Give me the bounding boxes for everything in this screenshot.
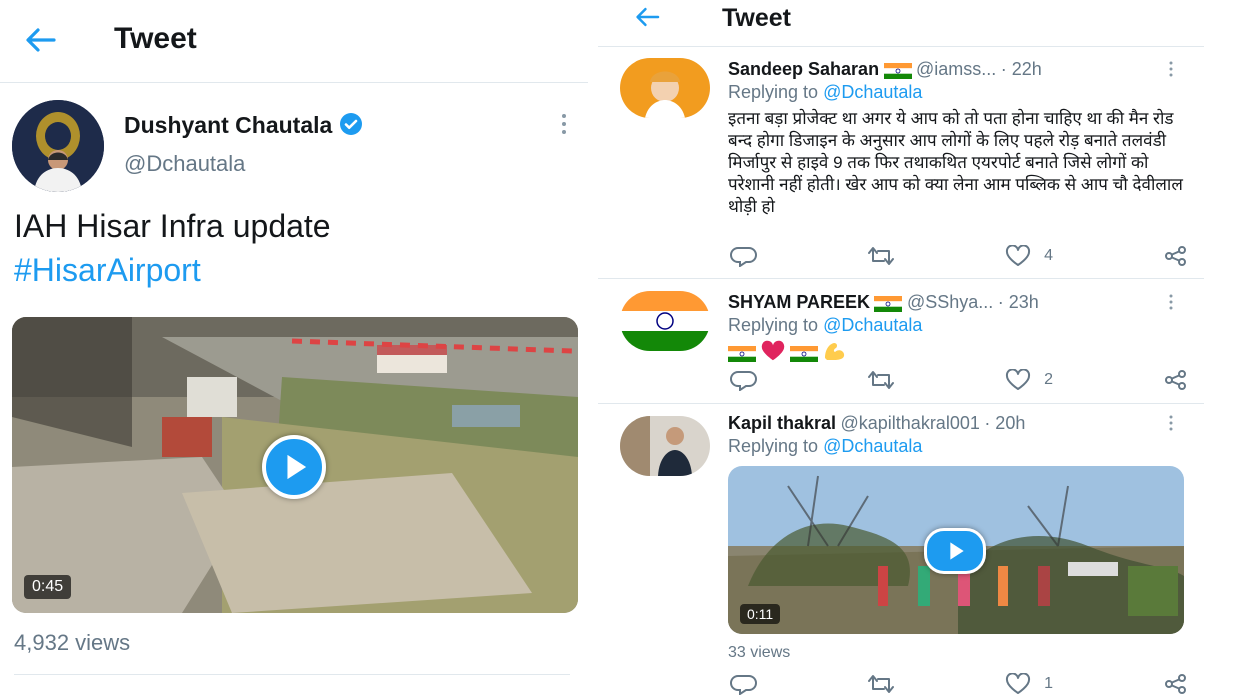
reply-tweet[interactable]: Kapil thakral @kapilthakral001 · 20h Rep…: [598, 404, 1242, 699]
like-button[interactable]: 1: [1004, 673, 1053, 695]
reply-tweet[interactable]: SHYAM PAREEK @SShya... · 23h Replying to…: [598, 279, 1242, 403]
reply-timestamp: · 22h: [1000, 59, 1042, 79]
video-player[interactable]: 0:45: [12, 317, 578, 613]
like-button[interactable]: 4: [1004, 245, 1053, 267]
heart-icon: [1004, 673, 1032, 695]
video-duration: 0:45: [24, 575, 72, 599]
reply-author-handle[interactable]: @iamss...: [916, 59, 996, 79]
play-button[interactable]: [924, 528, 986, 574]
heart-icon: [1004, 369, 1032, 391]
action-bar: 2: [730, 369, 1190, 391]
more-options-icon[interactable]: [1167, 293, 1175, 311]
flexed-biceps-icon: [822, 340, 846, 367]
reply-tweet[interactable]: Sandeep Saharan @iamss... · 22h Replying…: [598, 48, 1242, 278]
replying-to-label: Replying to: [728, 82, 819, 102]
avatar[interactable]: [620, 291, 710, 351]
reply-emojis: [728, 340, 846, 367]
reply-icon[interactable]: [730, 245, 758, 267]
avatar[interactable]: [620, 416, 710, 476]
view-count: 33 views: [728, 644, 791, 661]
mention-link[interactable]: @Dchautala: [823, 82, 922, 102]
verified-badge-icon: [339, 112, 363, 142]
panel-divider: [588, 0, 598, 699]
video-duration: 0:11: [740, 604, 781, 624]
video-player[interactable]: 0:11: [728, 466, 1184, 634]
like-count: 2: [1044, 371, 1053, 388]
retweet-icon[interactable]: [867, 673, 895, 695]
reply-timestamp: · 20h: [984, 413, 1026, 433]
action-bar: 1: [730, 673, 1190, 695]
author-name[interactable]: Dushyant Chautala: [124, 112, 332, 138]
more-options-icon[interactable]: [1167, 60, 1175, 78]
page-title: Tweet: [722, 4, 791, 32]
main-tweet-panel: Tweet Dushyant Chautala @Dchautala IAH H…: [0, 0, 588, 699]
heart-icon: [1004, 245, 1032, 267]
reply-timestamp: · 23h: [997, 292, 1039, 312]
reply-author-name[interactable]: SHYAM PAREEK: [728, 292, 870, 312]
india-flag-icon: [884, 63, 912, 79]
avatar[interactable]: [12, 100, 104, 192]
action-bar: 4: [730, 245, 1190, 267]
view-count: 4,932 views: [14, 630, 131, 655]
reply-author-handle[interactable]: @SShya...: [907, 292, 993, 312]
india-flag-icon: [790, 346, 818, 362]
retweet-icon[interactable]: [867, 245, 895, 267]
more-options-icon[interactable]: [1167, 414, 1175, 432]
reply-author-name[interactable]: Kapil thakral: [728, 413, 836, 433]
reply-icon[interactable]: [730, 369, 758, 391]
page-title: Tweet: [114, 22, 197, 55]
share-icon[interactable]: [1162, 369, 1190, 391]
reply-icon[interactable]: [730, 673, 758, 695]
replies-panel: Tweet Sandeep Saharan @iamss... · 22h Re…: [598, 0, 1242, 699]
replying-to-label: Replying to: [728, 436, 819, 456]
reply-text: इतना बड़ा प्रोजेक्ट था अगर ये आप को तो प…: [728, 109, 1183, 216]
india-flag-icon: [874, 296, 902, 312]
author-handle[interactable]: @Dchautala: [124, 151, 245, 177]
header-divider: [0, 82, 588, 83]
back-arrow-icon[interactable]: [24, 26, 56, 54]
reply-author-name[interactable]: Sandeep Saharan: [728, 59, 879, 79]
mention-link[interactable]: @Dchautala: [823, 436, 922, 456]
hashtag-link[interactable]: #HisarAirport: [14, 252, 201, 289]
mention-link[interactable]: @Dchautala: [823, 315, 922, 335]
play-button[interactable]: [262, 435, 326, 499]
replying-to-label: Replying to: [728, 315, 819, 335]
retweet-icon[interactable]: [867, 369, 895, 391]
share-icon[interactable]: [1162, 245, 1190, 267]
avatar[interactable]: [620, 58, 710, 118]
footer-divider: [14, 674, 570, 675]
more-options-icon[interactable]: [560, 112, 568, 136]
india-flag-icon: [728, 346, 756, 362]
tweet-text: IAH Hisar Infra update: [14, 208, 331, 244]
red-heart-icon: [760, 340, 786, 367]
header-divider: [598, 46, 1204, 47]
like-button[interactable]: 2: [1004, 369, 1053, 391]
back-arrow-icon[interactable]: [632, 6, 662, 28]
share-icon[interactable]: [1162, 673, 1190, 695]
like-count: 4: [1044, 247, 1053, 264]
reply-author-handle[interactable]: @kapilthakral001: [841, 413, 980, 433]
like-count: 1: [1044, 675, 1053, 692]
